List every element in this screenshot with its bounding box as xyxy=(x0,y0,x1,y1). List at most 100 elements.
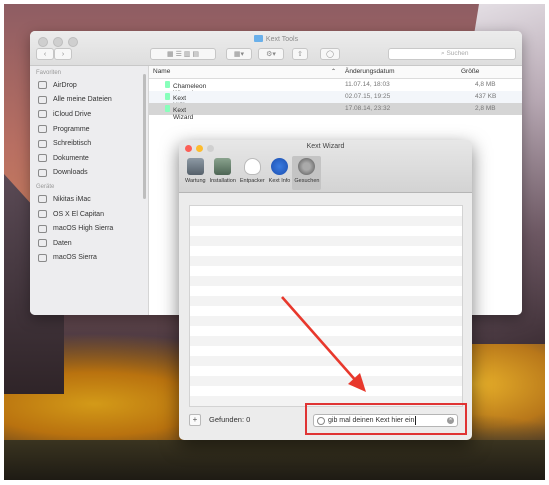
disk-icon xyxy=(38,239,47,248)
arrange-button[interactable]: ▦▾ xyxy=(226,48,252,60)
chevron-left-icon: ‹ xyxy=(43,50,47,58)
sidebar: Favoriten AirDrop Alle meine Dateien iClou… xyxy=(30,66,149,315)
sidebar-item-label: Alle meine Dateien xyxy=(53,96,112,104)
toolbar-tabs: Wartung Installation Entpacker Kext Info Ges… xyxy=(183,156,322,190)
add-button[interactable]: + xyxy=(189,414,201,426)
back-button[interactable]: ‹ xyxy=(36,48,54,60)
toolbar-tab-label: Kext Info xyxy=(268,178,291,184)
toolbar-tab-label: Installation xyxy=(209,178,236,184)
sidebar-item[interactable]: Daten xyxy=(30,236,148,251)
sidebar-item[interactable]: Nikitas iMac xyxy=(30,192,148,207)
view-switcher[interactable]: ▦ ☰ ▥ ▤ xyxy=(150,48,216,60)
sidebar-item-label: macOS High Sierra xyxy=(53,225,114,233)
sidebar-item[interactable]: macOS High Sierra xyxy=(30,221,148,236)
window-title: Kext Tools xyxy=(30,35,522,43)
disk-icon xyxy=(38,210,47,219)
search-input[interactable]: ⌕ Suchen xyxy=(388,48,516,60)
view-icons-icon: ▦ ☰ ▥ ▤ xyxy=(167,51,199,58)
chevron-right-icon: › xyxy=(61,50,65,58)
sidebar-item-label: Nikitas iMac xyxy=(53,195,91,203)
gear-icon: ⚙▾ xyxy=(266,51,276,58)
downloads-icon xyxy=(38,168,47,177)
file-size: 4,8 MB xyxy=(475,81,496,88)
disk-icon xyxy=(38,224,47,233)
sidebar-item-label: Downloads xyxy=(53,169,88,177)
sidebar-item-label: AirDrop xyxy=(53,81,77,89)
file-row[interactable]: Kext Wizard 17.08.14, 23:32 2,8 MB xyxy=(149,103,522,121)
app-icon xyxy=(165,81,170,88)
file-rows: Chameleon Wizard 11.07.14, 18:03 4,8 MB Kex… xyxy=(149,79,522,121)
toolbar-tab-label: Gesuchen xyxy=(294,178,320,184)
file-size: 2,8 MB xyxy=(475,105,496,112)
kext-wizard-window: Kext Wizard Wartung Installation Entpacker… xyxy=(179,140,472,440)
toolbar-tab[interactable]: Entpacker xyxy=(238,156,267,190)
column-size[interactable]: Größe xyxy=(461,68,479,75)
maintenance-icon xyxy=(186,158,204,175)
sidebar-section-favorites: Favoriten xyxy=(36,70,62,76)
share-button[interactable]: ⇧ xyxy=(292,48,308,60)
sidebar-item[interactable]: Downloads xyxy=(30,166,148,181)
window-title: Kext Wizard xyxy=(306,143,345,150)
sidebar-item[interactable]: AirDrop xyxy=(30,78,148,93)
search-gear-icon xyxy=(298,158,316,175)
sidebar-item-label: Schreibtisch xyxy=(53,140,92,148)
sidebar-scrollbar[interactable] xyxy=(143,74,146,199)
toolbar-tab[interactable]: Gesuchen xyxy=(292,156,322,190)
tag-button[interactable]: ◯ xyxy=(320,48,340,60)
sidebar-item-label: OS X El Capitan xyxy=(53,210,104,218)
unpacker-icon xyxy=(243,158,261,175)
installation-icon xyxy=(214,158,232,175)
column-name[interactable]: Name xyxy=(153,68,170,75)
app-icon xyxy=(165,105,170,112)
desktop-icon xyxy=(38,139,47,148)
sidebar-item[interactable]: Schreibtisch xyxy=(30,136,148,151)
sidebar-item-label: Programme xyxy=(53,125,90,133)
sidebar-item[interactable]: OS X El Capitan xyxy=(30,207,148,222)
sidebar-item[interactable]: Alle meine Dateien xyxy=(30,93,148,108)
column-date[interactable]: Änderungsdatum xyxy=(345,68,395,75)
column-headers: Name ⌃ Änderungsdatum Größe xyxy=(149,66,522,79)
trees xyxy=(4,440,545,480)
file-date: 17.08.14, 23:32 xyxy=(345,105,391,112)
action-button[interactable]: ⚙▾ xyxy=(258,48,284,60)
file-row[interactable]: Kext Utility-2.6.4 02.07.15, 19:25 437 KB xyxy=(149,91,522,116)
highlight-box xyxy=(305,403,467,435)
file-size: 437 KB xyxy=(475,93,497,100)
arrange-icon: ▦▾ xyxy=(233,51,245,58)
disk-icon xyxy=(38,253,47,262)
file-date: 11.07.14, 18:03 xyxy=(345,81,390,88)
toolbar-tab[interactable]: Wartung xyxy=(183,156,208,190)
devices-list: Nikitas iMac OS X El Capitan macOS High Si… xyxy=(30,192,148,265)
file-name: Kext Utility-2.6.4 xyxy=(165,93,191,116)
sidebar-section-devices: Geräte xyxy=(36,184,55,191)
file-row[interactable]: Chameleon Wizard 11.07.14, 18:03 4,8 MB xyxy=(149,79,522,97)
file-name: Chameleon Wizard xyxy=(165,81,206,97)
sidebar-item[interactable]: iCloud Drive xyxy=(30,107,148,122)
window-title-text: Kext Tools xyxy=(265,36,299,43)
info-icon xyxy=(271,158,289,175)
cloud-icon xyxy=(38,110,47,119)
sidebar-item-label: Dokumente xyxy=(53,154,89,162)
results-list[interactable] xyxy=(189,205,463,407)
toolbar-tab-label: Wartung xyxy=(185,178,206,184)
toolbar-tab[interactable]: Kext Info xyxy=(267,156,293,190)
all-files-icon xyxy=(38,95,47,104)
file-name-text: Kext Wizard xyxy=(173,107,194,121)
toolbar-tab[interactable]: Installation xyxy=(208,156,238,190)
file-date: 02.07.15, 19:25 xyxy=(345,93,391,100)
sidebar-item-label: Daten xyxy=(53,239,72,247)
sort-chevron-icon: ⌃ xyxy=(331,69,337,75)
sidebar-item[interactable]: Programme xyxy=(30,122,148,137)
sidebar-item[interactable]: Dokumente xyxy=(30,151,148,166)
sidebar-item-label: iCloud Drive xyxy=(53,110,92,118)
file-name: Kext Wizard xyxy=(165,105,193,121)
airdrop-icon xyxy=(38,81,47,90)
found-count: Gefunden: 0 xyxy=(209,415,251,424)
app-icon xyxy=(165,93,170,100)
folder-icon xyxy=(253,35,263,42)
forward-button[interactable]: › xyxy=(54,48,72,60)
sidebar-item[interactable]: macOS Sierra xyxy=(30,251,148,266)
sidebar-item-label: macOS Sierra xyxy=(53,254,97,262)
toolbar-tab-label: Entpacker xyxy=(239,178,265,184)
documents-icon xyxy=(38,154,47,163)
